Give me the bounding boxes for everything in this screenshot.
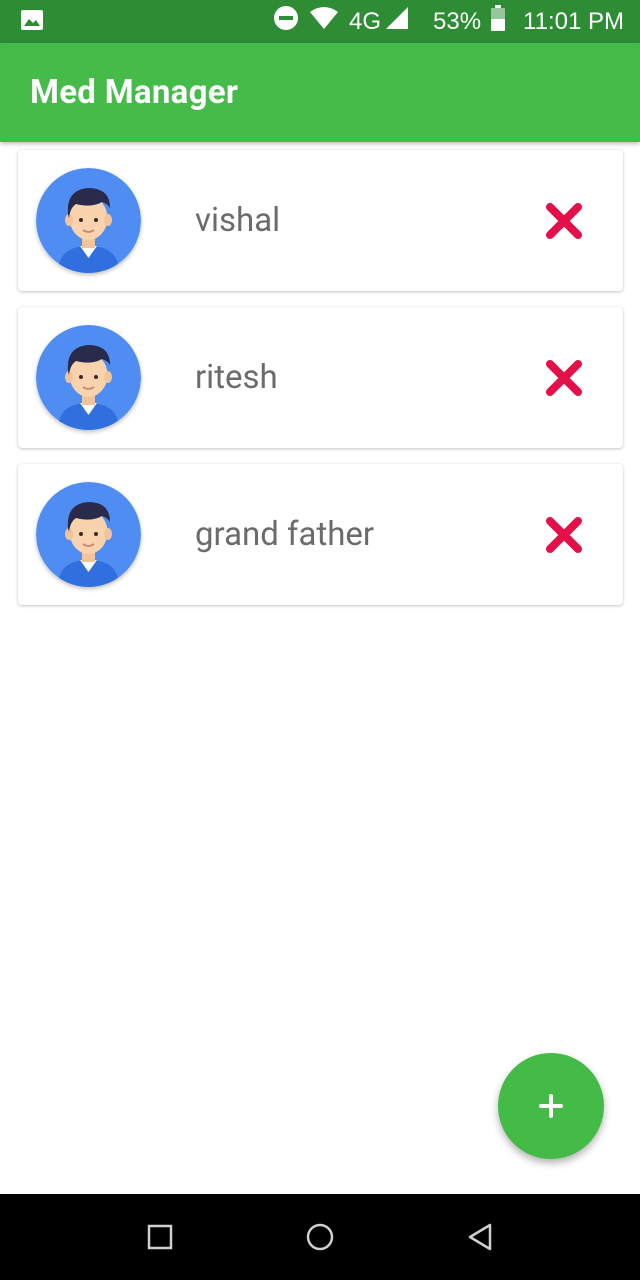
close-icon xyxy=(546,360,582,396)
home-button[interactable] xyxy=(297,1214,343,1260)
close-icon xyxy=(546,517,582,553)
member-card[interactable]: grand father xyxy=(18,464,623,605)
member-card[interactable]: vishal xyxy=(18,150,623,291)
nav-bar xyxy=(0,1194,640,1280)
wifi-icon xyxy=(309,6,339,37)
plus-icon xyxy=(539,1094,563,1118)
avatar xyxy=(36,325,141,430)
signal-icon xyxy=(385,6,409,37)
home-icon xyxy=(306,1223,334,1251)
recents-icon xyxy=(147,1224,173,1250)
member-name: vishal xyxy=(195,201,281,240)
member-name: grand father xyxy=(195,515,375,554)
avatar xyxy=(36,482,141,587)
member-card[interactable]: ritesh xyxy=(18,307,623,448)
avatar xyxy=(36,168,141,273)
remove-button[interactable] xyxy=(545,202,583,240)
add-member-button[interactable] xyxy=(498,1053,604,1159)
image-icon xyxy=(20,9,44,35)
close-icon xyxy=(546,203,582,239)
dnd-icon xyxy=(273,5,299,38)
app-title: Med Manager xyxy=(30,73,239,112)
battery-icon xyxy=(491,5,506,38)
member-name: ritesh xyxy=(195,358,278,397)
clock: 11:01 PM xyxy=(523,7,624,35)
recents-button[interactable] xyxy=(137,1214,183,1260)
member-list: vishal ritesh grand father xyxy=(18,150,623,621)
remove-button[interactable] xyxy=(545,359,583,397)
back-button[interactable] xyxy=(457,1214,503,1260)
app-bar: Med Manager xyxy=(0,43,640,142)
remove-button[interactable] xyxy=(545,516,583,554)
battery-percent: 53% xyxy=(433,7,482,35)
back-icon xyxy=(468,1223,492,1251)
network-type: 4G xyxy=(348,7,381,35)
status-bar: 4G 53% 11:01 PM xyxy=(0,0,640,43)
